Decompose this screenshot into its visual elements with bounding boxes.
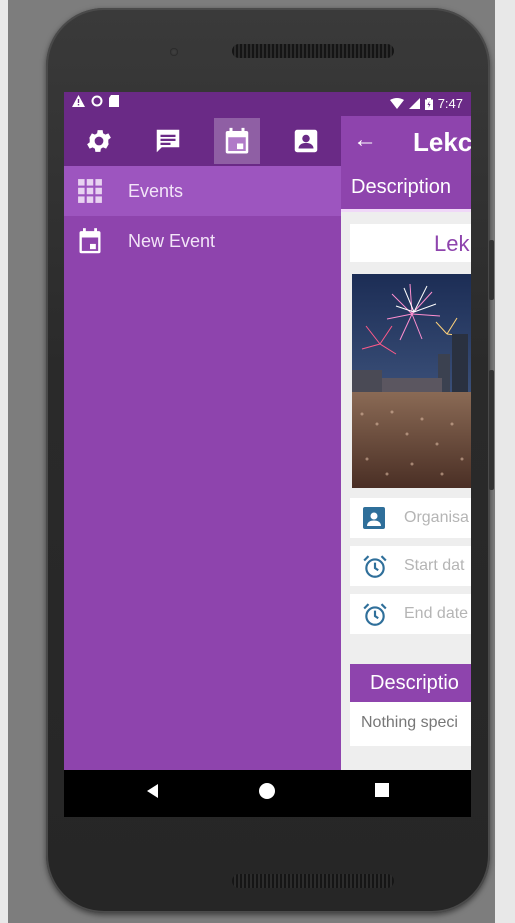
nav-recents-icon[interactable] xyxy=(374,782,390,798)
person-icon xyxy=(363,507,385,529)
event-image xyxy=(352,274,471,488)
warning-icon xyxy=(72,95,85,107)
menu-item-new-event[interactable]: New Event xyxy=(64,216,341,266)
sync-circle-icon xyxy=(91,95,103,107)
tab-description[interactable]: Description xyxy=(351,176,451,199)
event-detail-content: ← Lekc Description Lek Organisa Start da… xyxy=(341,116,471,770)
nav-home-icon[interactable] xyxy=(258,782,276,800)
tab-events[interactable] xyxy=(203,116,272,166)
navigation-drawer: Events New Event xyxy=(64,116,341,770)
front-camera xyxy=(170,48,178,56)
gear-icon xyxy=(86,130,111,152)
menu-item-events-label: Events xyxy=(128,180,184,201)
alarm-clock-icon xyxy=(363,603,387,626)
wifi-icon xyxy=(389,98,404,109)
power-button xyxy=(489,240,494,300)
tab-events-highlight xyxy=(214,118,261,164)
start-date-field[interactable]: Start dat xyxy=(350,546,471,586)
event-title-card: Lek xyxy=(350,224,471,262)
calendar-icon xyxy=(225,127,249,154)
tab-settings[interactable] xyxy=(64,116,133,166)
content-tab-bar: Description xyxy=(341,166,471,212)
menu-item-new-event-label: New Event xyxy=(128,230,216,251)
top-speaker xyxy=(232,44,394,58)
battery-icon xyxy=(424,97,433,110)
description-body: Nothing speci xyxy=(350,702,471,746)
volume-button xyxy=(489,370,494,490)
background-left xyxy=(0,0,8,923)
device-screen: 7:47 Events New Event ← Lekc Description… xyxy=(64,92,471,817)
message-icon xyxy=(156,129,180,153)
event-title: Lek xyxy=(434,231,470,256)
description-text: Nothing speci xyxy=(361,714,458,731)
back-arrow-icon[interactable]: ← xyxy=(353,126,377,154)
nav-back-icon[interactable] xyxy=(144,782,162,800)
app-bar: ← Lekc xyxy=(341,116,471,166)
alarm-clock-icon xyxy=(363,555,387,578)
status-bar: 7:47 xyxy=(64,92,471,116)
tab-indicator xyxy=(341,209,471,212)
signal-icon xyxy=(408,98,420,109)
grid-icon xyxy=(78,179,102,203)
description-header: Descriptio xyxy=(350,664,471,702)
page-title: Lekc xyxy=(413,127,471,157)
status-time: 7:47 xyxy=(437,96,463,111)
organiser-field[interactable]: Organisa xyxy=(350,498,471,538)
start-date-placeholder: Start dat xyxy=(404,557,465,574)
bottom-speaker xyxy=(232,874,394,888)
system-navigation-bar xyxy=(64,770,471,817)
end-date-field[interactable]: End date xyxy=(350,594,471,634)
background-right xyxy=(495,0,515,923)
end-date-placeholder: End date xyxy=(404,605,469,622)
tab-contacts[interactable] xyxy=(272,116,341,166)
description-header-label: Descriptio xyxy=(370,672,459,694)
menu-item-events[interactable]: Events xyxy=(64,166,341,216)
sd-card-icon xyxy=(109,95,119,107)
drawer-tab-bar xyxy=(64,116,341,166)
organiser-placeholder: Organisa xyxy=(404,509,469,526)
contact-icon xyxy=(295,129,318,153)
tab-messages[interactable] xyxy=(133,116,202,166)
calendar-icon xyxy=(79,228,101,254)
